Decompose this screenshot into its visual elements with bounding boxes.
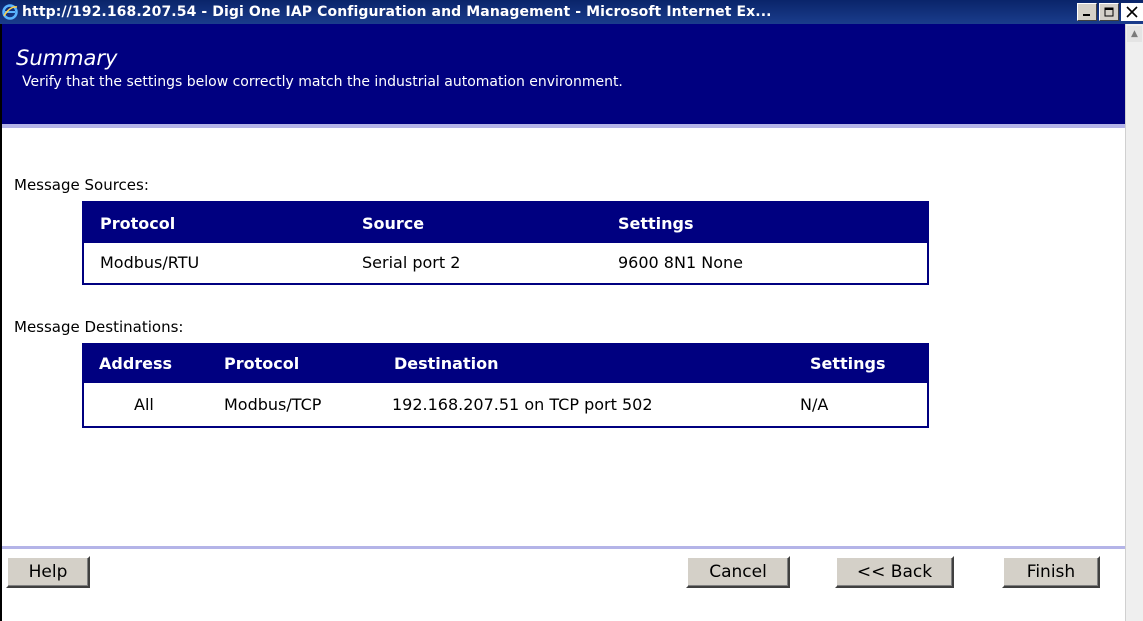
help-button[interactable]: Help xyxy=(6,556,90,588)
destination-settings: N/A xyxy=(800,395,829,414)
minimize-icon[interactable] xyxy=(1077,3,1097,21)
header-divider xyxy=(2,124,1125,128)
column-header-settings: Settings xyxy=(618,214,694,233)
footer-divider xyxy=(2,546,1125,549)
column-header-source: Source xyxy=(362,214,425,233)
destination-destination: 192.168.207.51 on TCP port 502 xyxy=(392,395,653,414)
message-destinations-label: Message Destinations: xyxy=(14,318,184,336)
page-title: Summary xyxy=(16,46,118,70)
column-header-destination: Destination xyxy=(394,354,499,373)
source-settings: 9600 8N1 None xyxy=(618,253,743,272)
message-sources-table: Protocol Source Settings Modbus/RTU Seri… xyxy=(82,201,929,285)
finish-button[interactable]: Finish xyxy=(1002,556,1100,588)
cancel-button[interactable]: Cancel xyxy=(686,556,790,588)
scroll-up-arrow-icon[interactable]: ▲ xyxy=(1127,26,1142,42)
message-destinations-table: Address Protocol Destination Settings Al… xyxy=(82,343,929,428)
table-row: Modbus/RTU Serial port 2 9600 8N1 None xyxy=(84,243,927,283)
maximize-icon[interactable] xyxy=(1099,3,1119,21)
back-button[interactable]: << Back xyxy=(835,556,954,588)
table-header-row: Address Protocol Destination Settings xyxy=(84,345,927,383)
source-protocol: Modbus/RTU xyxy=(100,253,200,272)
source-source: Serial port 2 xyxy=(362,253,461,272)
summary-header: Summary Verify that the settings below c… xyxy=(2,24,1125,124)
page-subtitle: Verify that the settings below correctly… xyxy=(22,74,623,90)
message-sources-label: Message Sources: xyxy=(14,176,149,194)
window-titlebar[interactable]: http://192.168.207.54 - Digi One IAP Con… xyxy=(0,0,1143,24)
column-header-protocol: Protocol xyxy=(224,354,300,373)
destination-protocol: Modbus/TCP xyxy=(224,395,322,414)
close-icon[interactable] xyxy=(1121,3,1143,21)
table-row: All Modbus/TCP 192.168.207.51 on TCP por… xyxy=(84,383,927,426)
window-title: http://192.168.207.54 - Digi One IAP Con… xyxy=(22,4,772,20)
column-header-protocol: Protocol xyxy=(100,214,176,233)
column-header-settings: Settings xyxy=(810,354,886,373)
table-header-row: Protocol Source Settings xyxy=(84,203,927,243)
column-header-address: Address xyxy=(99,354,173,373)
destination-address: All xyxy=(134,395,154,414)
content-frame: Summary Verify that the settings below c… xyxy=(0,24,1125,621)
vertical-scrollbar[interactable]: ▲ xyxy=(1125,24,1143,621)
ie-icon xyxy=(2,4,18,20)
